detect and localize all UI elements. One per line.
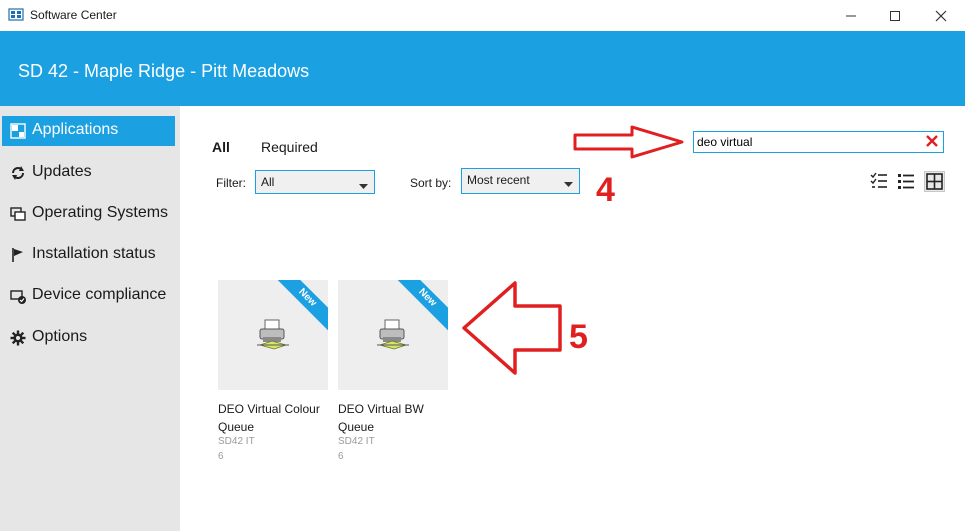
annotation-step-5: 5 [569,318,588,356]
sidebar-item-label: Applications [32,121,119,138]
list-view-icon[interactable] [897,172,917,192]
operating-systems-icon [10,206,26,222]
app-tile-image[interactable]: New [218,280,328,390]
clear-search-icon[interactable] [925,134,939,153]
updates-icon [10,165,26,181]
sidebar-item-label: Options [32,328,88,345]
app-publisher: SD42 IT [218,436,255,447]
minimize-button[interactable] [829,0,875,31]
app-name[interactable]: DEO Virtual Colour Queue [218,400,338,436]
checklist-view-icon[interactable] [870,172,890,192]
tile-view-icon[interactable] [924,171,945,192]
app-version: 6 [218,451,224,462]
search-input[interactable]: deo virtual [693,131,944,153]
sort-select-value: Most recent [467,173,530,187]
app-name[interactable]: DEO Virtual BW Queue [338,400,458,436]
software-center-icon [8,7,24,23]
annotation-step-4: 4 [596,171,615,209]
sidebar-item-updates[interactable]: Updates [2,158,175,188]
annotation-arrow-right-icon [573,125,684,159]
app-version: 6 [338,451,344,462]
sidebar-item-installation-status[interactable]: Installation status [2,240,175,270]
sort-select[interactable]: Most recent [461,168,580,194]
gear-icon [10,330,26,346]
printer-icon [376,318,410,355]
sidebar-item-label: Device compliance [32,286,167,303]
flag-icon [10,247,26,263]
chevron-down-icon [564,177,573,191]
sort-label: Sort by: [410,176,452,190]
printer-icon [256,318,290,355]
maximize-button[interactable] [873,0,919,31]
applications-icon [10,123,26,139]
close-button[interactable] [919,0,965,31]
organization-header: SD 42 - Maple Ridge - Pitt Meadows [0,31,965,106]
annotation-arrow-left-icon [462,281,562,375]
sidebar-item-label: Operating Systems [32,204,169,221]
window-title: Software Center [30,8,117,22]
filter-label: Filter: [216,176,246,190]
app-publisher: SD42 IT [338,436,375,447]
chevron-down-icon [359,179,368,193]
sidebar-item-label: Installation status [32,245,156,262]
title-bar: Software Center [0,0,965,31]
app-tile-image[interactable]: New [338,280,448,390]
organization-name: SD 42 - Maple Ridge - Pitt Meadows [18,61,310,81]
tab-all[interactable]: All [212,139,230,155]
sidebar-item-label: Updates [32,163,92,180]
sidebar-item-options[interactable]: Options [2,323,175,353]
filter-select[interactable]: All [255,170,375,194]
search-input-value: deo virtual [697,135,753,149]
sidebar-item-device-compliance[interactable]: Device compliance [2,281,175,311]
sidebar-item-applications[interactable]: Applications [2,116,175,146]
sidebar-item-operating-systems[interactable]: Operating Systems [2,199,175,229]
tab-required[interactable]: Required [261,139,318,155]
filter-select-value: All [261,175,275,189]
compliance-icon [10,288,26,304]
sidebar: Applications Updates Operating Systems I… [0,106,180,531]
